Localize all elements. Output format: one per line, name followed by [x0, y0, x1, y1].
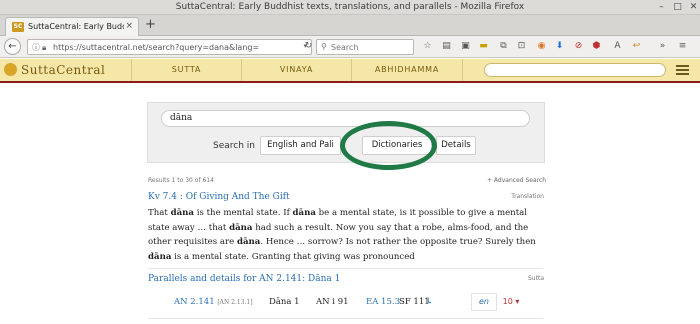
site-header: SuttaCentral SUTTA VINAYA ABHIDHAMMA [0, 59, 700, 83]
dictionary-a-icon[interactable]: A [611, 40, 624, 53]
notes-icon[interactable]: ▬ [477, 40, 490, 53]
overflow-chevron-icon[interactable]: » [656, 40, 669, 53]
lock-icon: 🔒︎ [42, 43, 47, 52]
highlight-circle [340, 121, 437, 170]
browser-tab[interactable]: SC SuttaCentral: Early Buddhi × [5, 17, 139, 36]
parallel-arrow-icon[interactable]: ↳ [426, 297, 433, 307]
reading-list-icon[interactable]: ▤ [440, 40, 453, 53]
new-tab-button[interactable]: + [145, 18, 156, 32]
divider [148, 268, 543, 269]
query-input[interactable]: dāna [161, 110, 530, 127]
window-titlebar: SuttaCentral: Early Buddhist texts, tran… [0, 0, 700, 15]
suttacentral-favicon-icon: SC [12, 22, 24, 32]
bookmark-star-icon[interactable]: ☆ [421, 40, 434, 53]
advanced-search-link[interactable]: + Advanced Search [487, 177, 546, 184]
ref-small: [AN 2.13.1] [217, 299, 253, 306]
tab-close-icon[interactable]: × [125, 21, 133, 31]
maximize-icon[interactable]: □ [672, 2, 683, 13]
nav-abhidhamma[interactable]: ABHIDHAMMA [351, 59, 463, 81]
query-text: dāna [170, 113, 193, 123]
results-count: Results 1 to 30 of 614 [148, 177, 214, 184]
reload-icon[interactable]: ↻ [302, 40, 315, 53]
site-menu-icon[interactable] [676, 65, 689, 75]
hamburger-menu-icon[interactable]: ≡ [676, 40, 689, 53]
colorful-extension-icon[interactable]: ◉ [535, 40, 548, 53]
tab-label: SuttaCentral: Early Buddhi [28, 22, 124, 31]
undo-extension-icon[interactable]: ↩ [630, 40, 643, 53]
download-icon[interactable]: ⬇ [553, 40, 566, 53]
details-button[interactable]: Details [436, 136, 476, 155]
back-button[interactable]: ← [4, 38, 21, 55]
container-icon[interactable]: ⧉ [497, 40, 510, 53]
info-icon[interactable]: ⓘ [32, 42, 40, 53]
url-bar[interactable]: ⓘ 🔒︎ https://suttacentral.net/search?que… [27, 39, 312, 55]
result-title-an-2-141[interactable]: Parallels and details for AN 2.141: Dāna… [148, 274, 340, 284]
logo-text: SuttaCentral [21, 63, 106, 77]
browser-search-input[interactable] [331, 41, 411, 53]
english-pali-button[interactable]: English and Pali [260, 136, 341, 155]
search-icon: ⚲ [321, 42, 327, 51]
sun-logo-icon [4, 63, 17, 76]
site-logo[interactable]: SuttaCentral [4, 63, 105, 77]
nav-vinaya[interactable]: VINAYA [241, 59, 351, 81]
divider-bottom [148, 318, 543, 319]
url-text[interactable]: https://suttacentral.net/search?query=da… [53, 43, 259, 52]
search-in-label: Search in [213, 141, 255, 151]
ref-text[interactable]: AN 2.141 [174, 297, 215, 307]
view-icon[interactable]: ⊡ [515, 40, 528, 53]
parallel-ea-link[interactable]: EA 15.3 [366, 297, 400, 307]
translation-count-dropdown[interactable]: 10 ▾ [499, 293, 523, 311]
window-title: SuttaCentral: Early Buddhist texts, tran… [175, 2, 525, 12]
language-en-button[interactable]: en [471, 293, 497, 311]
parallel-name: Dāna 1 [269, 297, 300, 307]
nav-sutta[interactable]: SUTTA [131, 59, 241, 81]
navigation-toolbar: ← ⓘ 🔒︎ https://suttacentral.net/search?q… [0, 36, 700, 58]
result-snippet: That dāna is the mental state. If dāna b… [148, 208, 536, 263]
screenshot-icon[interactable]: ▣ [459, 40, 472, 53]
site-search-input[interactable] [484, 63, 666, 77]
parallel-ref-link[interactable]: AN 2.141 [AN 2.13.1] [174, 297, 253, 307]
result-type-sutta: Sutta [528, 275, 544, 282]
tab-strip: SC SuttaCentral: Early Buddhi × + [0, 15, 700, 36]
security-extension-icon[interactable]: ⊘ [572, 40, 585, 53]
adblock-icon[interactable]: ⬢ [590, 40, 603, 53]
search-bar[interactable]: ⚲ [316, 39, 414, 55]
result-title-kv-7-4[interactable]: Kv 7.4 : Of Giving And The Gift [148, 192, 290, 202]
minimize-icon[interactable]: – [656, 2, 667, 13]
result-type: Translation [511, 193, 544, 200]
close-window-icon[interactable]: ✕ [688, 2, 699, 13]
parallel-volume: AN i 91 [316, 297, 349, 307]
